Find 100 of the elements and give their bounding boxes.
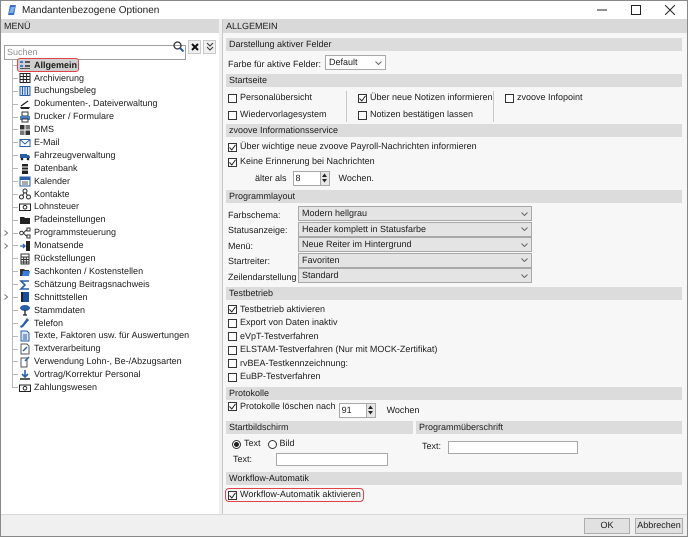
tree-item[interactable]: Monatsende bbox=[18, 240, 85, 252]
tree-item[interactable]: Zahlungswesen bbox=[18, 382, 98, 394]
field-label: Farbe für aktive Felder: bbox=[227, 58, 322, 68]
section-header: Programmüberschrift bbox=[416, 421, 682, 434]
dropdown[interactable]: Neue Reiter im Hintergrund bbox=[298, 237, 532, 252]
maximize-icon bbox=[631, 5, 641, 15]
network-icon bbox=[19, 188, 31, 200]
app-logo-icon bbox=[7, 4, 17, 16]
collapse-all-button[interactable] bbox=[203, 40, 216, 54]
tree-icon bbox=[19, 304, 31, 316]
number-field[interactable]: 91 bbox=[338, 403, 367, 418]
tree-item[interactable]: Datenbank bbox=[18, 162, 79, 175]
tree-item[interactable]: Fahrzeugverwaltung bbox=[18, 150, 117, 162]
tree-item[interactable]: Dokumenten-, Dateiverwaltung bbox=[18, 98, 159, 110]
checkbox-label: Workflow-Automatik aktivieren bbox=[240, 488, 361, 502]
tree-item[interactable]: Sachkonten / Kostenstellen bbox=[18, 266, 144, 278]
text-field[interactable] bbox=[448, 440, 578, 454]
tree-item[interactable]: Kontakte bbox=[18, 188, 71, 200]
banknote-icon bbox=[19, 201, 31, 214]
checkmark-icon bbox=[229, 306, 236, 313]
unit-label: Wochen bbox=[386, 404, 420, 417]
tree-item[interactable]: Kalender bbox=[18, 175, 72, 188]
checkbox-label: ELSTAM-Testverfahren (Nur mit MOCK-Zertifikat) bbox=[240, 343, 438, 356]
radio-button[interactable] bbox=[268, 440, 277, 448]
banknote-icon bbox=[19, 382, 31, 394]
number-field[interactable]: 8 bbox=[292, 171, 321, 186]
checkmark-icon bbox=[229, 403, 236, 410]
tree-item[interactable]: Verwendung Lohn-, Be-/Abzugsarten bbox=[18, 356, 183, 368]
tree-item[interactable]: Drucker / Formulare bbox=[18, 111, 116, 123]
database-icon bbox=[19, 162, 31, 175]
tree-item[interactable]: Buchungsbeleg bbox=[18, 85, 98, 98]
checkbox-label: Wiedervorlagesystem bbox=[240, 108, 327, 122]
checkbox-label: Über neue Notizen informieren bbox=[370, 91, 493, 104]
checkbox[interactable] bbox=[228, 372, 237, 382]
checkbox[interactable] bbox=[228, 94, 237, 102]
section-header: Darstellung aktiver Felder bbox=[226, 38, 682, 51]
checkbox-label: Protokolle löschen nach bbox=[240, 400, 336, 413]
checkmark-icon bbox=[229, 492, 236, 498]
section-header: zvoove Informationsservice bbox=[226, 124, 682, 137]
checkbox[interactable] bbox=[228, 359, 237, 368]
checkbox[interactable] bbox=[228, 318, 237, 328]
clear-button[interactable] bbox=[188, 40, 201, 54]
tree-item[interactable]: Schnittstellen bbox=[18, 291, 89, 304]
checkbox-label: zvoove Infopoint bbox=[517, 91, 583, 104]
field-label: Farbschema: bbox=[227, 210, 282, 220]
tree-item[interactable]: DMS bbox=[18, 124, 55, 136]
checkbox[interactable] bbox=[228, 490, 237, 500]
envelope-icon bbox=[19, 136, 31, 149]
checkbox[interactable] bbox=[358, 110, 367, 120]
text-field[interactable] bbox=[276, 453, 388, 466]
dropdown[interactable]: Default bbox=[325, 55, 386, 70]
tree-item[interactable]: E-Mail bbox=[18, 136, 61, 149]
tree-item[interactable]: Telefon bbox=[18, 317, 64, 330]
field-label: Menü: bbox=[227, 240, 254, 251]
close-icon bbox=[190, 42, 198, 50]
checkbox-label: rvBEA-Testkennzeichnung: bbox=[240, 356, 348, 370]
tree-item[interactable]: Archivierung bbox=[18, 72, 86, 84]
checkbox[interactable] bbox=[228, 332, 237, 341]
dialog-button[interactable]: OK bbox=[584, 518, 630, 534]
double-chevron-icon bbox=[206, 42, 214, 51]
dropdown[interactable]: Favoriten bbox=[298, 252, 532, 268]
tree-item[interactable]: Programmsteuerung bbox=[18, 227, 118, 240]
tree-item[interactable]: Schätzung Beitragsnachweis bbox=[18, 278, 151, 291]
section-header: Startseite bbox=[226, 74, 682, 87]
checkbox-label: Über wichtige neue zvoove Payroll-Nachrichten informieren bbox=[240, 140, 477, 154]
checkbox[interactable] bbox=[228, 305, 237, 314]
tree-item[interactable]: Lohnsteuer bbox=[18, 201, 80, 214]
dropdown[interactable]: Standard bbox=[298, 268, 532, 284]
checkmark-icon bbox=[359, 94, 366, 102]
tree-item[interactable]: Texte, Faktoren usw. für Auswertungen bbox=[18, 330, 190, 342]
checkbox[interactable] bbox=[505, 94, 514, 102]
checkbox[interactable] bbox=[358, 94, 367, 102]
section-header: Workflow-Automatik bbox=[226, 472, 682, 485]
dropdown[interactable]: Modern hellgrau bbox=[298, 206, 532, 222]
checkbox[interactable] bbox=[228, 110, 237, 120]
tree-item[interactable]: Vortrag/Korrektur Personal bbox=[18, 368, 142, 381]
dialog-button[interactable]: Abbrechen bbox=[635, 518, 683, 534]
chevron-down-icon bbox=[521, 242, 528, 247]
document-icon bbox=[19, 356, 31, 368]
tree-item[interactable]: Stammdaten bbox=[18, 304, 86, 316]
radio-button[interactable] bbox=[232, 440, 241, 448]
folder-icon bbox=[19, 214, 31, 226]
checkbox[interactable] bbox=[228, 158, 237, 166]
pane-header: MENÜ bbox=[1, 19, 219, 33]
tree-item[interactable]: Textverarbeitung bbox=[18, 343, 102, 356]
tree-item[interactable]: Rückstellungen bbox=[18, 252, 97, 265]
search-field[interactable]: Suchen bbox=[4, 44, 186, 60]
tree-item[interactable]: Allgemein bbox=[18, 59, 78, 72]
tree-item[interactable]: Pfadeinstellungen bbox=[18, 214, 107, 226]
unit-label: Wochen. bbox=[338, 172, 374, 185]
checkbox-label: eVpT-Testverfahren bbox=[240, 330, 319, 343]
calendar-icon bbox=[19, 175, 31, 188]
grid-icon bbox=[19, 72, 31, 84]
window-title: Mandantenbezogene Optionen bbox=[22, 4, 160, 18]
checkbox[interactable] bbox=[228, 346, 237, 354]
section-header: Startbildschirm bbox=[226, 421, 413, 434]
checkbox[interactable] bbox=[228, 402, 237, 412]
checkbox[interactable] bbox=[228, 142, 237, 152]
dropdown[interactable]: Header komplett in Statusfarbe bbox=[298, 222, 532, 237]
checkbox-label: Notizen bestätigen lassen bbox=[370, 108, 474, 122]
